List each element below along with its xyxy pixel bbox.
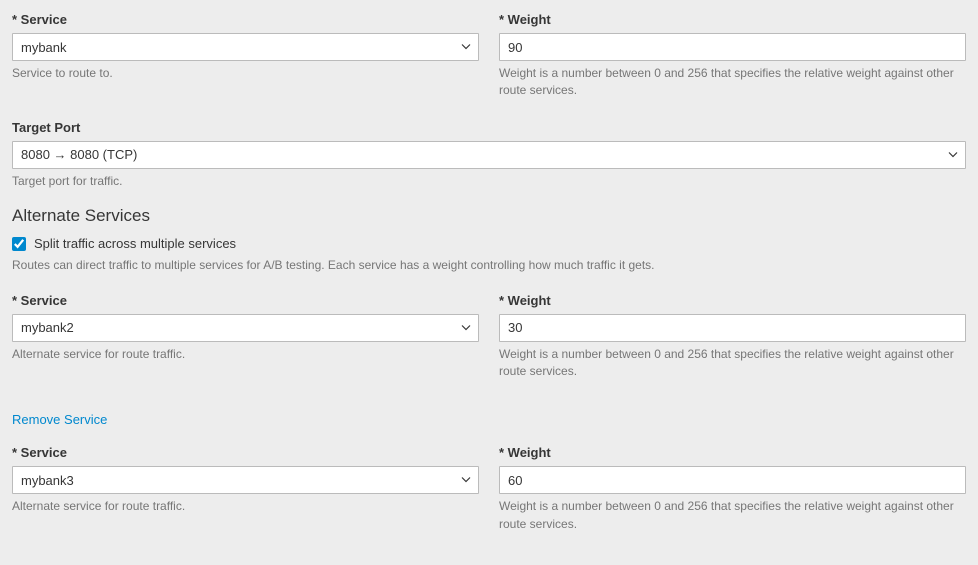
alt-weight-1-label: * Weight (499, 293, 966, 308)
weight-help: Weight is a number between 0 and 256 tha… (499, 65, 966, 100)
weight-input[interactable] (499, 33, 966, 61)
weight-label: * Weight (499, 12, 966, 27)
service-select[interactable]: mybank (12, 33, 479, 61)
target-port-help: Target port for traffic. (12, 173, 966, 190)
alternate-services-title: Alternate Services (12, 206, 966, 226)
alt-service-1-select[interactable]: mybank2 (12, 314, 479, 342)
target-port-label: Target Port (12, 120, 966, 135)
service-select-wrap: mybank (12, 33, 479, 61)
alt-service-2-help: Alternate service for route traffic. (12, 498, 479, 515)
alt-service-2-select[interactable]: mybank3 (12, 466, 479, 494)
alternate-services-help: Routes can direct traffic to multiple se… (12, 257, 966, 274)
target-port-select-wrap: 8080 → 8080 (TCP) (12, 141, 966, 169)
remove-service-link[interactable]: Remove Service (12, 412, 107, 427)
alt-service-2-select-wrap: mybank3 (12, 466, 479, 494)
alt-weight-2-help: Weight is a number between 0 and 256 tha… (499, 498, 966, 533)
service-help: Service to route to. (12, 65, 479, 82)
split-traffic-checkbox[interactable] (12, 237, 26, 251)
target-port-select[interactable]: 8080 → 8080 (TCP) (12, 141, 966, 169)
alt-service-1-select-wrap: mybank2 (12, 314, 479, 342)
alt-service-1-help: Alternate service for route traffic. (12, 346, 479, 363)
split-traffic-label: Split traffic across multiple services (34, 236, 236, 251)
service-label: * Service (12, 12, 479, 27)
alt-weight-2-input[interactable] (499, 466, 966, 494)
alt-weight-1-help: Weight is a number between 0 and 256 tha… (499, 346, 966, 381)
alt-service-1-label: * Service (12, 293, 479, 308)
alt-service-2-label: * Service (12, 445, 479, 460)
alt-weight-1-input[interactable] (499, 314, 966, 342)
alt-weight-2-label: * Weight (499, 445, 966, 460)
